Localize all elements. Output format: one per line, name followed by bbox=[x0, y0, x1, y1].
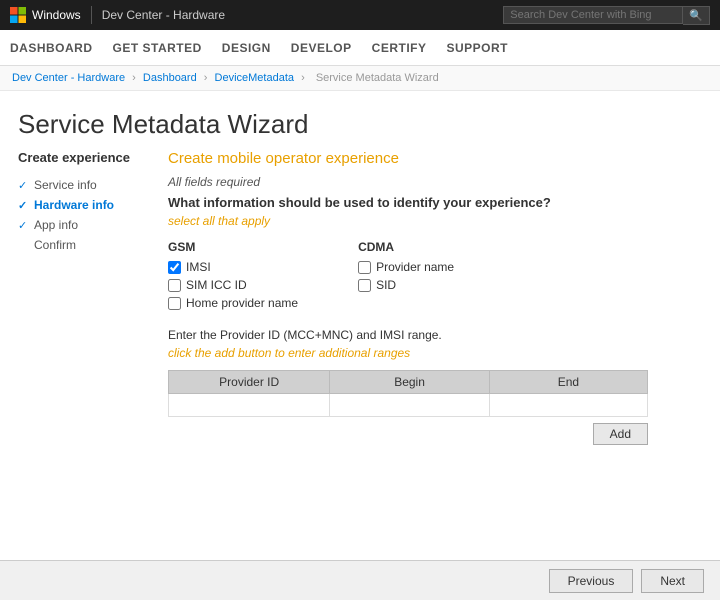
topbar: Windows Dev Center - Hardware 🔍 bbox=[0, 0, 720, 30]
cdma-group: CDMA Provider name SID bbox=[358, 240, 454, 314]
gsm-group: GSM IMSI SIM ICC ID Home provider name bbox=[168, 240, 298, 314]
table-row bbox=[169, 394, 648, 417]
provider-name-checkbox[interactable] bbox=[358, 261, 371, 274]
imsi-checkbox[interactable] bbox=[168, 261, 181, 274]
checkbox-imsi[interactable]: IMSI bbox=[168, 260, 298, 274]
nav-get-started[interactable]: GET STARTED bbox=[113, 33, 202, 63]
nav-support[interactable]: SUPPORT bbox=[447, 33, 509, 63]
provider-name-label: Provider name bbox=[376, 260, 454, 274]
sim-icc-id-label: SIM ICC ID bbox=[186, 278, 247, 292]
check-icon-app: ✓ bbox=[18, 219, 30, 232]
add-button[interactable]: Add bbox=[593, 423, 648, 445]
provider-id-input[interactable] bbox=[179, 398, 319, 412]
check-icon-service: ✓ bbox=[18, 179, 30, 192]
sidebar-item-confirm[interactable]: Confirm bbox=[18, 235, 138, 255]
navbar: DASHBOARD GET STARTED DESIGN DEVELOP CER… bbox=[0, 30, 720, 66]
cdma-label: CDMA bbox=[358, 240, 454, 254]
breadcrumb-devicemetadata[interactable]: DeviceMetadata bbox=[215, 72, 295, 84]
checkbox-sid[interactable]: SID bbox=[358, 278, 454, 292]
topbar-logo: Windows bbox=[10, 7, 81, 23]
sid-checkbox[interactable] bbox=[358, 279, 371, 292]
add-row: Add bbox=[168, 423, 648, 445]
sidebar-heading: Create experience bbox=[18, 150, 138, 165]
breadcrumb-dashboard[interactable]: Dashboard bbox=[143, 72, 197, 84]
info-text: Enter the Provider ID (MCC+MNC) and IMSI… bbox=[168, 328, 702, 342]
sidebar-label-service-info: Service info bbox=[34, 178, 97, 192]
topbar-logo-text: Windows bbox=[32, 8, 81, 22]
sim-icc-id-checkbox[interactable] bbox=[168, 279, 181, 292]
home-provider-name-label: Home provider name bbox=[186, 296, 298, 310]
check-icon-hardware: ✓ bbox=[18, 199, 30, 212]
select-all-link[interactable]: select all that apply bbox=[168, 214, 702, 228]
windows-logo-icon bbox=[10, 7, 26, 23]
checkbox-sim-icc-id[interactable]: SIM ICC ID bbox=[168, 278, 298, 292]
sidebar-label-app-info: App info bbox=[34, 218, 78, 232]
main-layout: Create experience ✓ Service info ✓ Hardw… bbox=[0, 150, 720, 445]
bottom-bar: Previous Next bbox=[0, 560, 720, 600]
topbar-title: Dev Center - Hardware bbox=[102, 8, 225, 22]
sidebar: Create experience ✓ Service info ✓ Hardw… bbox=[18, 150, 138, 445]
checkboxes-row: GSM IMSI SIM ICC ID Home provider name C… bbox=[168, 240, 702, 314]
breadcrumb-devcenter[interactable]: Dev Center - Hardware bbox=[12, 72, 125, 84]
add-link[interactable]: click the add button to enter additional… bbox=[168, 346, 702, 360]
checkbox-home-provider-name[interactable]: Home provider name bbox=[168, 296, 298, 310]
imsi-label: IMSI bbox=[186, 260, 211, 274]
sidebar-label-hardware-info: Hardware info bbox=[34, 198, 114, 212]
topbar-divider bbox=[91, 6, 92, 24]
topbar-search-area: 🔍 bbox=[503, 6, 710, 25]
content-area: Create mobile operator experience All fi… bbox=[168, 150, 702, 445]
sid-label: SID bbox=[376, 278, 396, 292]
sidebar-item-app-info[interactable]: ✓ App info bbox=[18, 215, 138, 235]
sidebar-label-confirm: Confirm bbox=[34, 238, 76, 252]
question-text: What information should be used to ident… bbox=[168, 195, 702, 210]
section-title: Create mobile operator experience bbox=[168, 150, 702, 167]
nav-develop[interactable]: DEVELOP bbox=[291, 33, 352, 63]
nav-dashboard[interactable]: DASHBOARD bbox=[10, 33, 93, 63]
checkbox-provider-name[interactable]: Provider name bbox=[358, 260, 454, 274]
next-button[interactable]: Next bbox=[641, 569, 704, 593]
provider-table: Provider ID Begin End bbox=[168, 370, 648, 417]
cell-begin[interactable] bbox=[330, 394, 489, 417]
home-provider-name-checkbox[interactable] bbox=[168, 297, 181, 310]
previous-button[interactable]: Previous bbox=[549, 569, 634, 593]
nav-certify[interactable]: CERTIFY bbox=[372, 33, 427, 63]
begin-input[interactable] bbox=[340, 398, 478, 412]
nav-design[interactable]: DESIGN bbox=[222, 33, 271, 63]
col-provider-id: Provider ID bbox=[169, 371, 330, 394]
page-title-area: Service Metadata Wizard bbox=[0, 91, 720, 150]
fields-required: All fields required bbox=[168, 175, 702, 189]
breadcrumb-current: Service Metadata Wizard bbox=[316, 72, 439, 84]
cell-provider-id[interactable] bbox=[169, 394, 330, 417]
col-begin: Begin bbox=[330, 371, 489, 394]
search-button[interactable]: 🔍 bbox=[683, 6, 710, 25]
col-end: End bbox=[489, 371, 647, 394]
breadcrumb: Dev Center - Hardware › Dashboard › Devi… bbox=[0, 66, 720, 91]
end-input[interactable] bbox=[500, 398, 637, 412]
sidebar-item-hardware-info[interactable]: ✓ Hardware info bbox=[18, 195, 138, 215]
sidebar-item-service-info[interactable]: ✓ Service info bbox=[18, 175, 138, 195]
cell-end[interactable] bbox=[489, 394, 647, 417]
search-input[interactable] bbox=[503, 6, 683, 24]
page-title: Service Metadata Wizard bbox=[18, 109, 702, 140]
gsm-label: GSM bbox=[168, 240, 298, 254]
